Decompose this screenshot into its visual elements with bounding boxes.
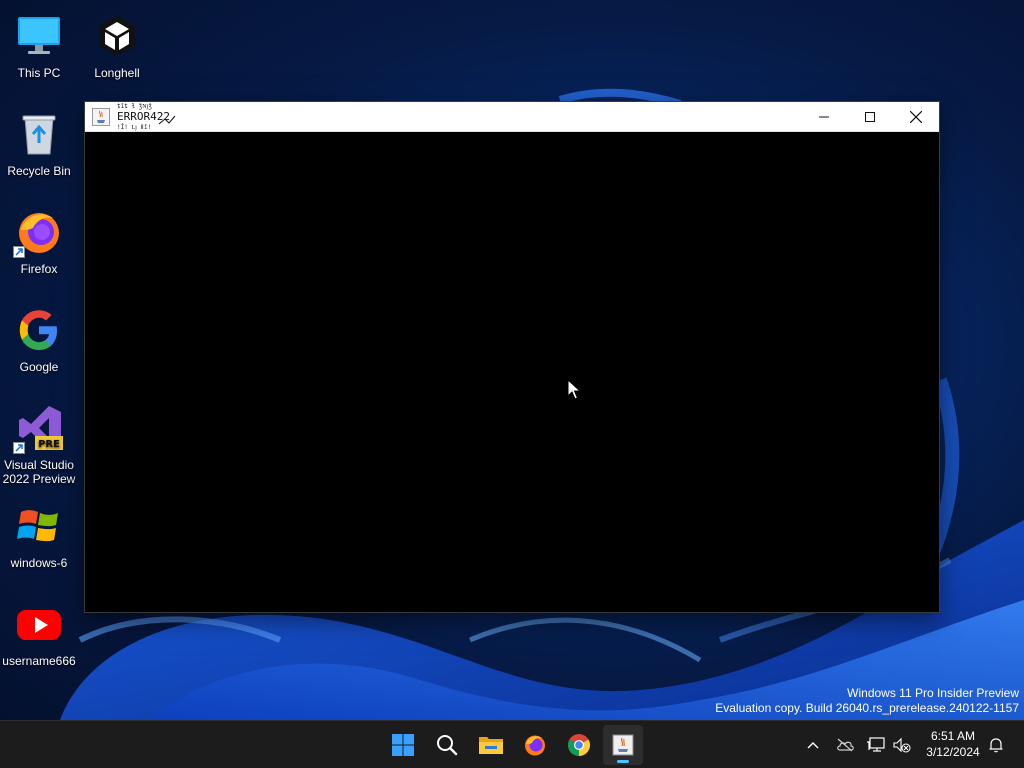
svg-text:ǃǏǃ ǈ ǁǐǃ: ǃǏǃ ǈ ǁǐǃ bbox=[117, 123, 151, 131]
minimize-button[interactable] bbox=[801, 102, 847, 131]
search-button[interactable] bbox=[427, 725, 467, 765]
desktop-icon-visual-studio-preview[interactable]: PRE Visual Studio 2022 Preview bbox=[0, 400, 78, 486]
firefox-taskbar-button[interactable] bbox=[515, 725, 555, 765]
firefox-icon bbox=[525, 735, 545, 756]
desktop-icon-username666[interactable]: username666 bbox=[0, 596, 78, 688]
window-content-canvas[interactable] bbox=[85, 132, 939, 612]
desktop-icon-label: Visual Studio 2022 Preview bbox=[2, 458, 76, 486]
taskbar-clock[interactable]: 6:51 AM 3/12/2024 bbox=[920, 728, 986, 760]
unity-icon bbox=[93, 12, 141, 60]
desktop-icon-label: username666 bbox=[2, 654, 76, 668]
taskbar: 6:51 AM 3/12/2024 bbox=[0, 720, 1024, 768]
window-title: ERROR422 bbox=[117, 110, 170, 123]
onedrive-icon bbox=[837, 738, 854, 752]
watermark-build: Evaluation copy. Build 26040.rs_prerelea… bbox=[715, 701, 1019, 715]
active-app-indicator bbox=[617, 760, 629, 763]
close-icon bbox=[910, 110, 922, 123]
evaluation-watermark: Windows 11 Pro Insider Preview Evaluatio… bbox=[715, 686, 1019, 716]
search-icon bbox=[437, 735, 458, 756]
mouse-cursor-icon bbox=[567, 379, 581, 400]
java-taskbar-button[interactable] bbox=[603, 725, 643, 765]
desktop-icon-label: Recycle Bin bbox=[7, 164, 71, 178]
pre-badge: PRE bbox=[38, 439, 60, 450]
windows-flag-icon bbox=[15, 502, 63, 550]
maximize-icon bbox=[865, 111, 875, 122]
network-button[interactable] bbox=[866, 735, 886, 755]
watermark-edition: Windows 11 Pro Insider Preview bbox=[847, 686, 1019, 700]
volume-muted-icon bbox=[893, 737, 911, 753]
desktop-icon-windows-6[interactable]: windows-6 bbox=[0, 498, 78, 590]
firefox-icon bbox=[13, 208, 63, 258]
window-titlebar[interactable]: ȶȋȶ ƚ ǯǋǯ ǃǏǃ ǈ ǁǐǃ ERROR422 bbox=[85, 102, 939, 132]
network-icon bbox=[867, 737, 885, 752]
file-explorer-icon bbox=[479, 737, 503, 754]
desktop-icon-label: This PC bbox=[17, 66, 61, 80]
start-button[interactable] bbox=[383, 725, 423, 765]
svg-text:ȶȋȶ ƚ ǯǋǯ: ȶȋȶ ƚ ǯǋǯ bbox=[117, 103, 152, 110]
desktop-icon-label: windows-6 bbox=[10, 556, 68, 570]
minimize-icon bbox=[819, 116, 829, 117]
clock-time: 6:51 AM bbox=[930, 729, 976, 743]
desktop-icon-this-pc[interactable]: This PC bbox=[0, 8, 78, 100]
desktop-icon-label: Longhell bbox=[94, 66, 140, 80]
visual-studio-preview-icon: PRE bbox=[13, 404, 63, 454]
youtube-icon bbox=[15, 600, 63, 648]
desktop-icon-longhell[interactable]: Longhell bbox=[78, 8, 156, 100]
volume-button[interactable] bbox=[892, 735, 912, 755]
google-icon bbox=[15, 306, 63, 354]
start-icon bbox=[392, 734, 414, 756]
notification-center-button[interactable] bbox=[986, 735, 1006, 755]
chevron-up-icon bbox=[807, 742, 819, 749]
recycle-bin-icon bbox=[15, 110, 63, 158]
app-window[interactable]: ȶȋȶ ƚ ǯǋǯ ǃǏǃ ǈ ǁǐǃ ERROR422 bbox=[85, 102, 939, 612]
onedrive-button[interactable] bbox=[835, 735, 855, 755]
java-icon bbox=[92, 108, 110, 126]
desktop-icon-firefox[interactable]: Firefox bbox=[0, 204, 78, 296]
shortcut-arrow-icon bbox=[13, 442, 25, 454]
clock-date: 3/12/2024 bbox=[926, 745, 980, 759]
chrome-icon bbox=[568, 734, 590, 756]
java-icon bbox=[612, 734, 634, 756]
chrome-taskbar-button[interactable] bbox=[559, 725, 599, 765]
close-button[interactable] bbox=[893, 102, 939, 131]
monitor-icon bbox=[15, 12, 63, 60]
shortcut-arrow-icon bbox=[13, 246, 25, 258]
desktop-icon-label: Google bbox=[19, 360, 59, 374]
bell-icon bbox=[989, 738, 1003, 753]
desktop-icon-label: Firefox bbox=[20, 262, 58, 276]
show-hidden-icons-button[interactable] bbox=[803, 735, 823, 755]
maximize-button[interactable] bbox=[847, 102, 893, 131]
desktop-icon-google[interactable]: Google bbox=[0, 302, 78, 394]
file-explorer-button[interactable] bbox=[471, 725, 511, 765]
desktop-icon-recycle-bin[interactable]: Recycle Bin bbox=[0, 106, 78, 198]
